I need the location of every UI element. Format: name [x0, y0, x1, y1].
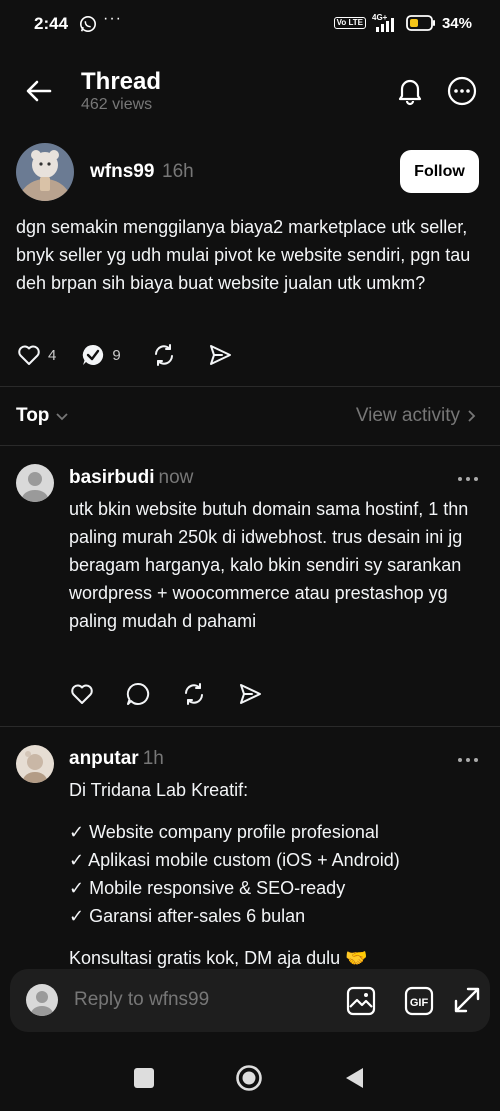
post-text: dgn semakin menggilanya biaya2 marketpla…	[16, 217, 471, 293]
reply-line: Konsultasi gratis kok, DM aja dulu 🤝	[69, 948, 368, 968]
avatar[interactable]	[16, 464, 54, 502]
reply-username[interactable]: basirbudi	[69, 467, 155, 488]
status-icons: Vo LTE 4G+ 34%	[333, 13, 472, 33]
avatar-image	[16, 143, 74, 201]
reply-button[interactable]	[125, 681, 151, 707]
reply-count: 9	[112, 346, 121, 364]
view-activity-link[interactable]: View activity	[356, 405, 476, 427]
home-circle-icon[interactable]	[235, 1064, 263, 1092]
reply-line: ✓ Garansi after-sales 6 bulan	[69, 906, 306, 926]
avatar-image	[16, 745, 54, 783]
view-count: 462 views	[81, 96, 153, 113]
chevron-right-icon	[468, 410, 476, 422]
battery-icon	[406, 15, 435, 31]
reply-composer: GIF	[10, 969, 490, 1032]
image-icon[interactable]	[346, 986, 376, 1016]
post-actions: 4 9	[16, 342, 233, 368]
avatar[interactable]	[16, 143, 74, 201]
reply-actions	[69, 681, 263, 707]
sort-dropdown[interactable]: Top	[16, 405, 69, 427]
send-icon	[209, 345, 231, 365]
reply-button[interactable]: 9	[80, 342, 121, 368]
reply-line: ✓ Aplikasi mobile custom (iOS + Android)	[69, 850, 400, 870]
reply-line: ✓ Mobile responsive & SEO-ready	[69, 878, 346, 898]
svg-text:GIF: GIF	[410, 997, 429, 1009]
thread-header: Thread 462 views	[0, 60, 500, 120]
sort-label: Top	[16, 405, 50, 426]
recents-button[interactable]	[134, 1068, 154, 1088]
notification-dots: ···	[103, 10, 122, 27]
whatsapp-icon	[79, 15, 97, 33]
back-triangle-icon[interactable]	[343, 1066, 365, 1090]
share-button[interactable]	[237, 681, 263, 707]
follow-button[interactable]: Follow	[400, 150, 479, 193]
repost-button[interactable]	[181, 681, 207, 707]
gif-icon[interactable]: GIF	[404, 986, 434, 1016]
send-icon	[240, 684, 261, 704]
bell-icon[interactable]	[394, 74, 426, 106]
post-timestamp: 16h	[162, 161, 194, 182]
reply-text: utk bkin website butuh domain sama hosti…	[69, 499, 469, 631]
share-button[interactable]	[207, 342, 233, 368]
reply-timestamp: now	[158, 467, 194, 488]
heart-icon	[71, 684, 93, 704]
system-nav-bar	[0, 1050, 500, 1111]
repost-icon	[154, 344, 173, 366]
chevron-down-icon	[56, 413, 69, 421]
default-avatar-icon	[16, 464, 54, 502]
avatar	[26, 984, 58, 1016]
post-username[interactable]: wfns99	[90, 161, 154, 183]
signal-icon: 4G+	[372, 13, 394, 32]
reply-input[interactable]	[74, 987, 334, 1013]
reply-timestamp: 1h	[142, 748, 164, 769]
divider	[0, 386, 500, 387]
avatar[interactable]	[16, 745, 54, 783]
divider	[0, 445, 500, 446]
comment-icon	[126, 682, 150, 705]
like-button[interactable]: 4	[16, 342, 56, 368]
battery-percent: 34%	[441, 14, 472, 32]
more-options-icon[interactable]	[447, 76, 477, 106]
view-activity-label: View activity	[355, 405, 460, 426]
reply-text: Di Tridana Lab Kreatif: ✓ Website compan…	[69, 776, 484, 972]
reply-username[interactable]: anputar	[69, 748, 139, 769]
status-time: 2:44	[34, 14, 69, 33]
svg-text:4G+: 4G+	[372, 13, 388, 22]
like-button[interactable]	[69, 681, 95, 707]
reply-header[interactable]: anputar 1h	[69, 748, 164, 770]
reply-line: ✓ Website company profile profesional	[69, 822, 379, 842]
expand-icon[interactable]	[452, 985, 482, 1015]
volte-icon: Vo LTE	[333, 17, 366, 29]
reply-bubble-icon	[83, 344, 104, 365]
heart-icon	[18, 345, 40, 365]
page-title: Thread	[81, 68, 162, 95]
repost-icon	[185, 683, 203, 705]
more-options-icon[interactable]	[456, 474, 480, 484]
like-count: 4	[48, 346, 57, 364]
back-arrow-icon[interactable]	[24, 76, 54, 106]
more-options-icon[interactable]	[456, 755, 480, 765]
divider	[0, 726, 500, 727]
status-bar: 2:44 ··· Vo LTE 4G+ 34%	[0, 0, 500, 50]
reply-header[interactable]: basirbudi now	[69, 467, 193, 489]
reply-line: Di Tridana Lab Kreatif:	[69, 780, 249, 800]
repost-button[interactable]	[151, 342, 177, 368]
default-avatar-icon	[26, 984, 58, 1016]
